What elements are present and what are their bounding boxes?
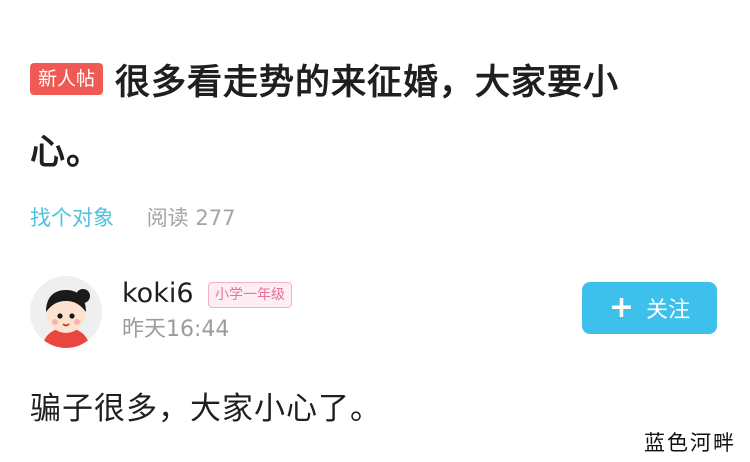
watermark: 蓝色河畔 — [644, 431, 736, 455]
grade-badge: 小学一年级 — [208, 282, 292, 308]
plus-icon: + — [608, 290, 635, 325]
avatar[interactable] — [30, 276, 102, 348]
cartoon-girl-icon — [30, 276, 102, 348]
read-count: 阅读 277 — [146, 206, 236, 230]
post-body: 骗子很多，大家小心了。 — [30, 391, 382, 427]
category-link[interactable]: 找个对象 — [30, 206, 114, 230]
post-title-text: 很多看走势的来征婚，大家要小 — [115, 63, 620, 103]
follow-button-label: 关注 — [646, 298, 691, 323]
new-post-badge: 新人帖 — [30, 63, 104, 95]
post-time: 昨天16:44 — [122, 317, 230, 342]
username[interactable]: koki6 — [122, 277, 194, 311]
post-title-line-1: 新人帖 很多看走势的来征婚，大家要小 — [30, 48, 720, 118]
follow-button[interactable]: + 关注 — [582, 282, 717, 334]
post-header: 新人帖 很多看走势的来征婚，大家要小 心。 — [30, 48, 720, 188]
post-title-line-2: 心。 — [30, 133, 103, 173]
post-meta: 找个对象 阅读 277 — [30, 203, 235, 233]
